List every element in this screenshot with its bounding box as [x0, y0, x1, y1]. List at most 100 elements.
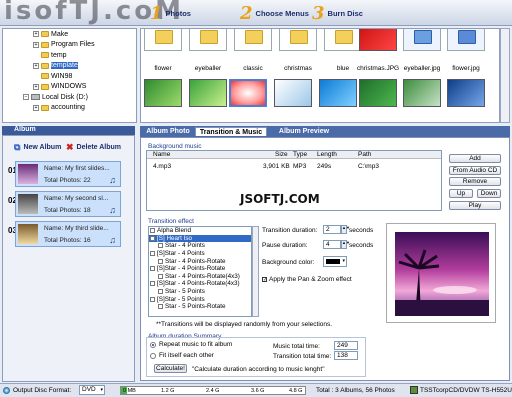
disc-format-select[interactable]: DVD ▾: [79, 385, 105, 395]
step-burn-disc[interactable]: 3 Burn Disc: [312, 2, 363, 24]
tree-item[interactable]: + template: [3, 61, 136, 72]
transition-item[interactable]: [S]Star - 4 Points-Rotate(4x3): [149, 280, 251, 288]
tree-item[interactable]: + accounting: [3, 103, 136, 114]
step-label: Photos: [165, 8, 191, 18]
pan-zoom-checkbox[interactable]: ✓ Apply the Pan & Zoom effect: [262, 276, 352, 283]
album-thumbnail: [18, 194, 38, 214]
photo-thumb[interactable]: [447, 79, 485, 107]
pause-duration-input[interactable]: 4: [323, 240, 341, 249]
photo-thumb[interactable]: [189, 79, 227, 107]
header-bar: isofTJ.coM 1 Photos 2 Choose Menus 3 Bur…: [0, 0, 512, 26]
photo-thumb[interactable]: [359, 79, 397, 107]
background-color-picker[interactable]: ▾: [323, 256, 347, 267]
add-music-button[interactable]: Add: [449, 154, 501, 163]
drive-icon: [31, 94, 40, 101]
tree-item[interactable]: + Program Files: [3, 40, 136, 51]
transition-item[interactable]: Star - 4 Points: [149, 242, 251, 250]
from-audio-cd-button[interactable]: From Audio CD: [449, 166, 501, 175]
album-card[interactable]: Name: My first slides... Total Photos: 2…: [15, 161, 121, 187]
tree-item[interactable]: − Local Disk (D:): [3, 92, 136, 103]
fit-each-other-radio[interactable]: Fit itself each other: [150, 352, 214, 359]
folder-tree[interactable]: + Make + Program Files temp + template WIN9…: [2, 28, 137, 123]
album-card[interactable]: Name: My second sl... Total Photos: 18 ♫: [15, 191, 121, 217]
move-down-button[interactable]: Down: [477, 189, 501, 198]
calculate-button[interactable]: Calculate!: [154, 364, 187, 373]
checkbox-checked-icon: ✓: [262, 277, 268, 283]
folder-icon: [290, 30, 308, 44]
music-note-icon: ♫: [109, 205, 116, 215]
repeat-music-radio[interactable]: Repeat music to fit album: [150, 341, 232, 348]
photo-thumb[interactable]: [403, 29, 441, 51]
status-total: Total : 3 Albums, 56 Photos: [316, 387, 395, 394]
drive-icon: [410, 386, 418, 394]
preview-image: [395, 232, 489, 316]
delete-album-button[interactable]: ✖ Delete Album: [66, 142, 121, 153]
step-number: 1: [150, 2, 163, 24]
new-album-icon: ⧉: [14, 142, 21, 152]
tree-item[interactable]: + WINDOWS: [3, 82, 136, 93]
status-bar: Output Disc Format: DVD ▾ 0 MB 1.2 G 2.4 …: [0, 383, 512, 397]
music-row[interactable]: 4.mp3 3,901 KB MP3 249s C:\mp3: [147, 163, 441, 171]
tree-item[interactable]: WIN98: [3, 71, 136, 82]
remove-music-button[interactable]: Remove: [449, 177, 501, 186]
folder-icon: [155, 30, 173, 44]
transition-list-scrollbar[interactable]: [252, 226, 259, 317]
background-music-title: Background music: [148, 143, 202, 150]
folder-icon: [41, 83, 49, 90]
tab-album-preview[interactable]: Album Preview: [270, 127, 338, 136]
transition-item[interactable]: Star - 4 Points-Rotate: [149, 257, 251, 265]
folder-thumb[interactable]: [144, 29, 182, 51]
transition-item[interactable]: [S] Heart Iso: [149, 234, 251, 243]
duration-spinner[interactable]: ▲▼: [341, 225, 350, 234]
thumbnail-scrollbar[interactable]: [500, 28, 510, 123]
thumbnail-grid[interactable]: flower eyeballer classic christmas blue …: [140, 28, 500, 123]
pause-spinner[interactable]: ▲▼: [341, 240, 350, 249]
transition-item[interactable]: [S]Star - 4 Points-Rotate: [149, 265, 251, 273]
album-card[interactable]: Name: My third slide... Total Photos: 16…: [15, 221, 121, 247]
photo-thumb[interactable]: [319, 79, 357, 107]
seconds-label: seconds: [349, 227, 374, 234]
album-thumbnail: [18, 164, 38, 184]
new-album-button[interactable]: ⧉ New Album: [14, 142, 61, 153]
transition-item[interactable]: [S]Star - 5 Points: [149, 295, 251, 303]
folder-thumb[interactable]: [279, 29, 317, 51]
tree-item[interactable]: + Make: [3, 29, 136, 40]
folder-thumb[interactable]: [234, 29, 272, 51]
transition-item[interactable]: Star - 5 Points-Rotate: [149, 303, 251, 311]
move-up-button[interactable]: Up: [449, 189, 473, 198]
disc-icon: [3, 387, 10, 394]
folder-thumb[interactable]: [324, 29, 362, 51]
folder-thumb[interactable]: [189, 29, 227, 51]
step-photos[interactable]: 1 Photos: [150, 2, 191, 24]
step-label: Choose Menus: [255, 8, 309, 18]
calculate-note: "Calculate duration according to music l…: [192, 366, 325, 373]
photo-thumb[interactable]: [229, 79, 267, 107]
transition-list[interactable]: Alpha Blend [S] Heart Iso Star - 4 Point…: [148, 226, 252, 317]
play-music-button[interactable]: Play: [449, 201, 501, 210]
transition-item[interactable]: Alpha Blend: [149, 227, 251, 235]
step-choose-menus[interactable]: 2 Choose Menus: [240, 2, 309, 24]
music-total-value: 249: [334, 341, 358, 350]
thumb-label: flower.jpg: [452, 65, 480, 72]
pause-duration-label: Pause duration:: [262, 242, 308, 249]
tree-item[interactable]: temp: [3, 50, 136, 61]
transition-item[interactable]: [S]Star - 4 Points: [149, 250, 251, 258]
album-panel-title: Album: [2, 126, 135, 135]
music-note-icon: ♫: [109, 175, 116, 185]
folder-icon: [41, 62, 49, 69]
tab-transition-music[interactable]: Transition & Music: [195, 127, 267, 136]
folder-icon: [41, 52, 49, 59]
transition-item[interactable]: Star - 5 Points: [149, 288, 251, 296]
transition-duration-input[interactable]: 2: [323, 225, 341, 234]
output-format-label: Output Disc Format:: [13, 387, 72, 394]
image-icon: [414, 30, 432, 44]
transition-item[interactable]: Star - 4 Points-Rotate(4x3): [149, 273, 251, 281]
folder-icon: [41, 104, 49, 111]
photo-thumb[interactable]: [403, 79, 441, 107]
radio-icon: [150, 352, 156, 359]
tab-album-photo[interactable]: Album Photo: [142, 127, 194, 136]
photo-thumb[interactable]: [447, 29, 485, 51]
photo-thumb[interactable]: [359, 29, 397, 51]
photo-thumb[interactable]: [274, 79, 312, 107]
photo-thumb[interactable]: [144, 79, 182, 107]
